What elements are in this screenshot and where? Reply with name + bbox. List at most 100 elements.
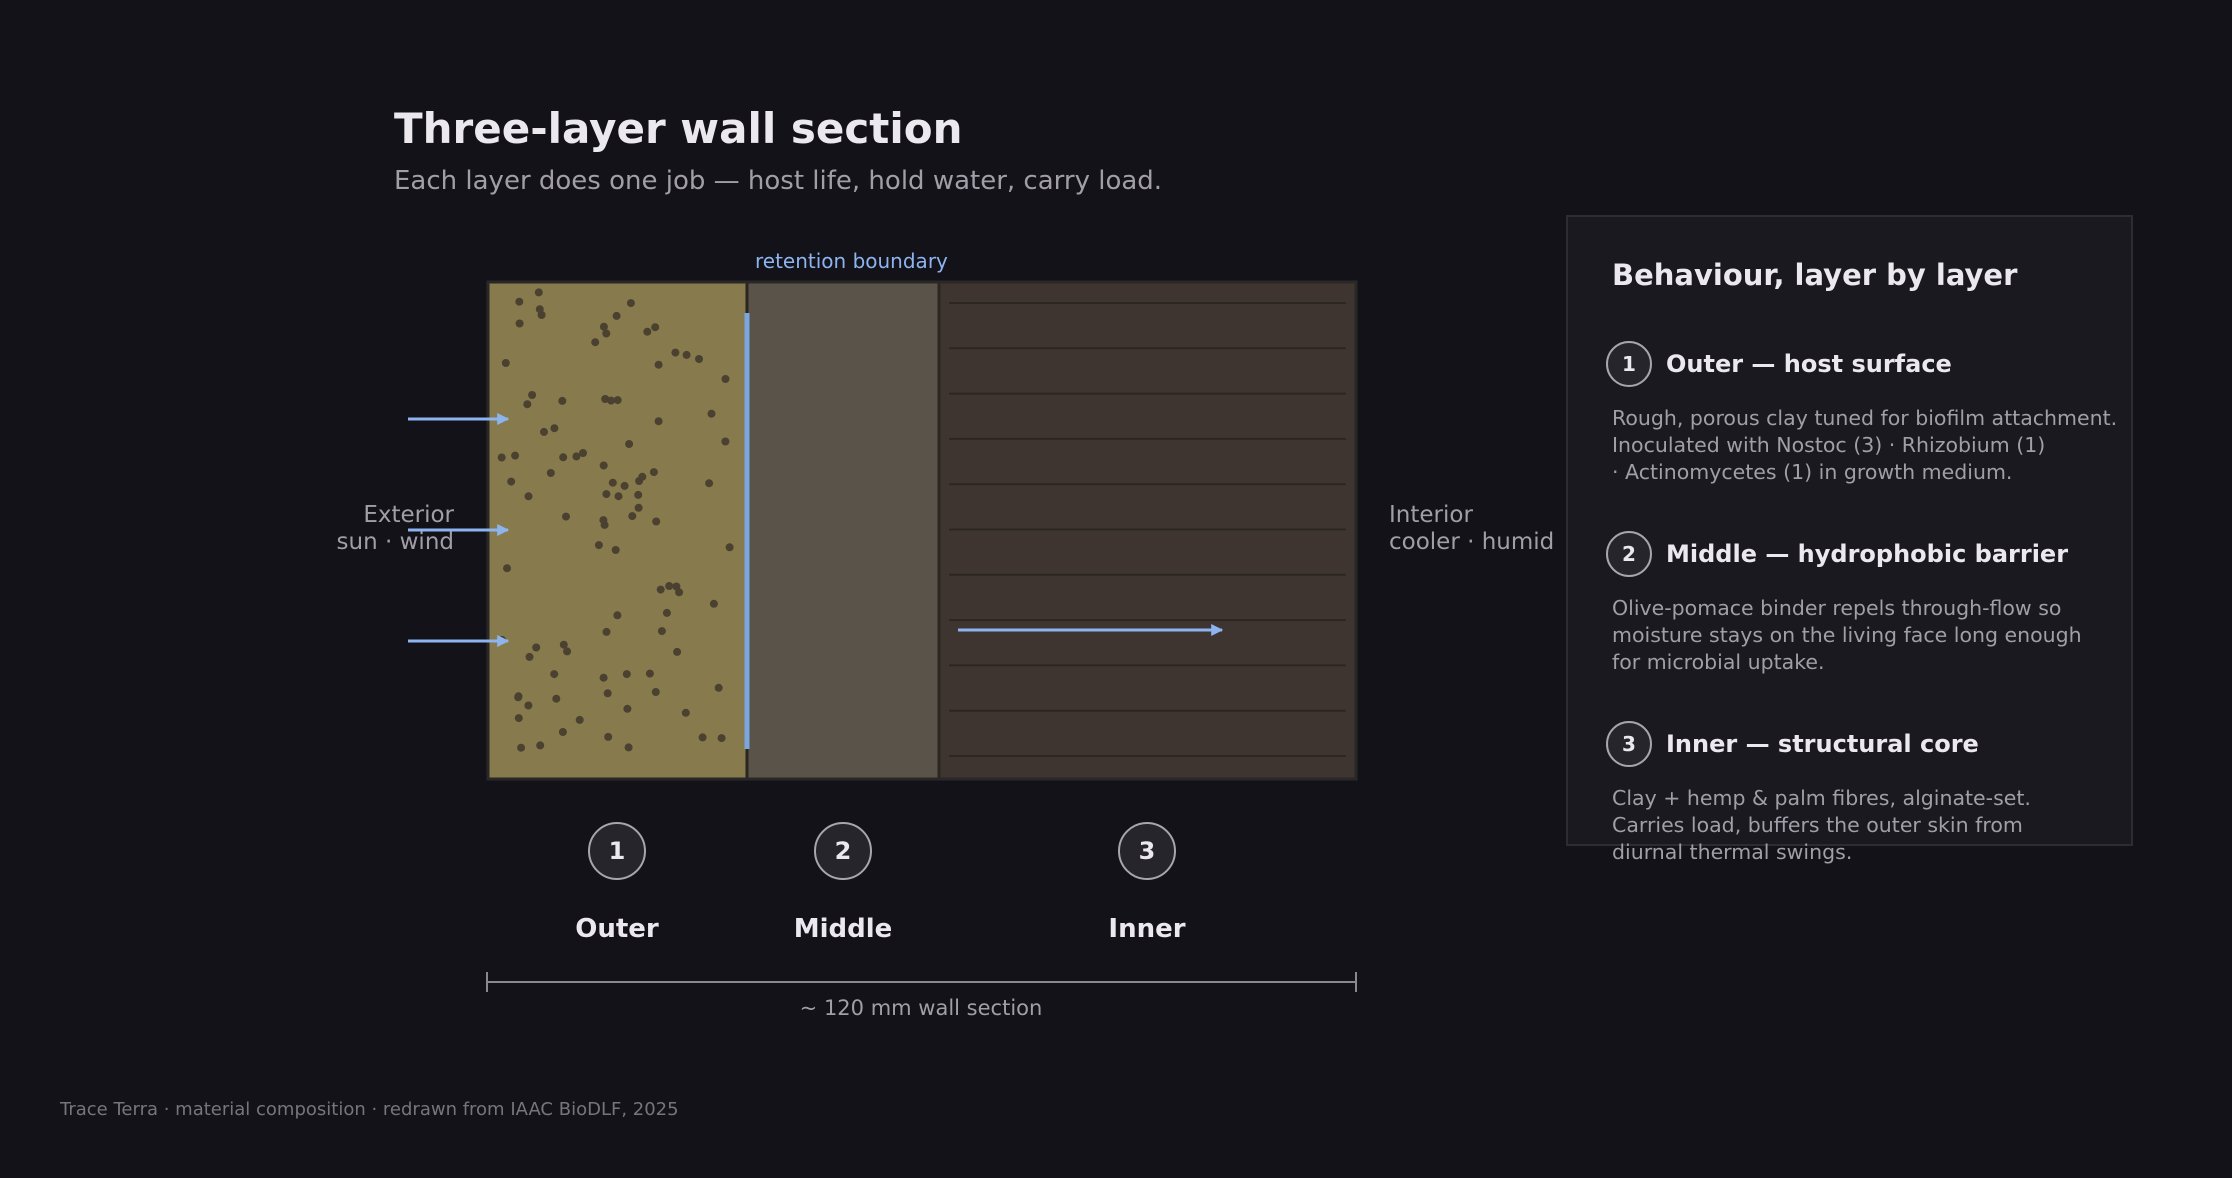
pore-dot: [657, 627, 666, 636]
pore-dot: [532, 643, 541, 652]
pore-dot: [651, 688, 660, 696]
pore-dot: [707, 409, 716, 418]
pore-dot: [511, 451, 520, 460]
pore-dot: [714, 683, 723, 692]
pore-dot: [672, 582, 681, 591]
pore-dot: [651, 323, 660, 332]
exterior-label-line-2: sun · wind: [336, 529, 454, 555]
pore-dot: [602, 329, 611, 338]
pore-dot: [725, 543, 734, 552]
pore-dot: [698, 733, 707, 742]
pore-dot: [515, 319, 524, 328]
pore-dot: [709, 599, 718, 608]
pore-dot: [671, 348, 680, 357]
legend-item-1-line-2: Inoculated with Nostoc (3) · Rhizobium (…: [1612, 433, 2046, 457]
layer-2-badge-number: 2: [835, 837, 852, 865]
pore-dot: [599, 461, 608, 470]
pore-dot: [599, 322, 608, 331]
legend-item-3-line-1: Clay + hemp & palm fibres, alginate-set.: [1612, 786, 2031, 810]
pore-dot: [624, 743, 633, 752]
pore-dot: [613, 611, 622, 620]
pore-dot: [614, 492, 623, 501]
pore-dot: [602, 627, 611, 636]
layer-1-badge-number: 1: [609, 837, 626, 865]
legend-item-1-heading: Outer — host surface: [1666, 350, 1952, 378]
legend-item-2-line-3: for microbial uptake.: [1612, 650, 1825, 674]
pore-dot: [497, 453, 506, 462]
pore-dot: [604, 732, 613, 741]
pore-dot: [559, 453, 568, 462]
layer-3-badge-number: 3: [1139, 837, 1156, 865]
pore-dot: [507, 477, 516, 486]
pore-dot: [662, 608, 671, 617]
pore-dot: [591, 338, 600, 347]
pore-dot: [628, 512, 637, 521]
pore-dot: [525, 652, 534, 661]
pore-dot: [638, 472, 647, 481]
layer-name-outer: Outer: [575, 914, 659, 944]
legend-item-1-number: 1: [1606, 341, 1652, 387]
pore-dot: [643, 327, 652, 336]
pore-dot: [721, 437, 730, 446]
pore-dot: [665, 582, 674, 590]
pore-dot: [681, 708, 690, 717]
pore-dot: [603, 689, 612, 698]
pore-dot: [514, 693, 523, 702]
legend-item-1-line-1: Rough, porous clay tuned for biofilm att…: [1612, 406, 2118, 430]
pore-dot: [625, 440, 634, 448]
pore-dot: [705, 479, 714, 488]
pore-dot: [608, 478, 617, 487]
legend-item-2-line-2: moisture stays on the living face long e…: [1612, 623, 2082, 647]
pore-dot: [559, 640, 568, 649]
legend-item-3-line-3: diurnal thermal swings.: [1612, 840, 1853, 864]
interior-label-line-1: Interior: [1389, 502, 1473, 528]
pore-dot: [654, 417, 663, 426]
legend-item-2-description: Olive-pomace binder repels through-flow …: [1612, 595, 2082, 676]
pore-dot: [599, 673, 608, 682]
interior-label: Interior cooler · humid: [1389, 502, 1554, 556]
pore-dot: [552, 694, 561, 703]
pore-dot: [503, 564, 511, 573]
legend-item-3-heading: Inner — structural core: [1666, 730, 1979, 758]
pore-dot: [673, 647, 682, 656]
legend-item-2-line-1: Olive-pomace binder repels through-flow …: [1612, 596, 2062, 620]
legend-item-1-description: Rough, porous clay tuned for biofilm att…: [1612, 405, 2117, 486]
pore-dot: [634, 490, 643, 499]
pore-dot: [622, 670, 631, 679]
pore-dot: [540, 427, 548, 436]
legend-item-3-description: Clay + hemp & palm fibres, alginate-set.…: [1612, 785, 2031, 866]
pore-dot: [611, 546, 620, 554]
pore-dot: [523, 400, 532, 409]
pore-dot: [634, 503, 643, 512]
legend-item-3-number: 3: [1606, 721, 1652, 767]
pore-dot: [594, 541, 603, 550]
pore-dot: [652, 517, 661, 526]
footer-credit: Trace Terra · material composition · red…: [60, 1099, 679, 1120]
pore-dot: [524, 701, 533, 710]
retention-boundary-label: retention boundary: [755, 249, 948, 273]
pore-dot: [612, 311, 621, 320]
pore-dot: [515, 297, 524, 306]
pore-dot: [717, 734, 726, 743]
pore-dot: [695, 355, 703, 363]
pore-dot: [558, 728, 567, 736]
pore-dot: [534, 288, 543, 297]
pore-dot: [599, 516, 608, 525]
legend-item-3-line-2: Carries load, buffers the outer skin fro…: [1612, 813, 2023, 837]
pore-dot: [550, 670, 559, 679]
pore-dot: [562, 512, 570, 521]
pore-dot: [721, 375, 730, 383]
pore-dot: [623, 704, 632, 713]
legend-item-1-line-3: · Actinomycetes (1) in growth medium.: [1612, 460, 2013, 484]
pore-dot: [517, 743, 526, 752]
pore-dot: [514, 714, 523, 723]
pore-dot: [575, 715, 584, 724]
pore-dot: [550, 424, 559, 433]
pore-dot: [645, 669, 654, 678]
pore-dot: [656, 585, 665, 594]
layer-name-middle: Middle: [793, 914, 893, 944]
pore-dot: [536, 741, 545, 750]
pore-dot: [501, 359, 510, 367]
pore-dot: [654, 360, 663, 369]
layer-name-inner: Inner: [1108, 914, 1186, 944]
